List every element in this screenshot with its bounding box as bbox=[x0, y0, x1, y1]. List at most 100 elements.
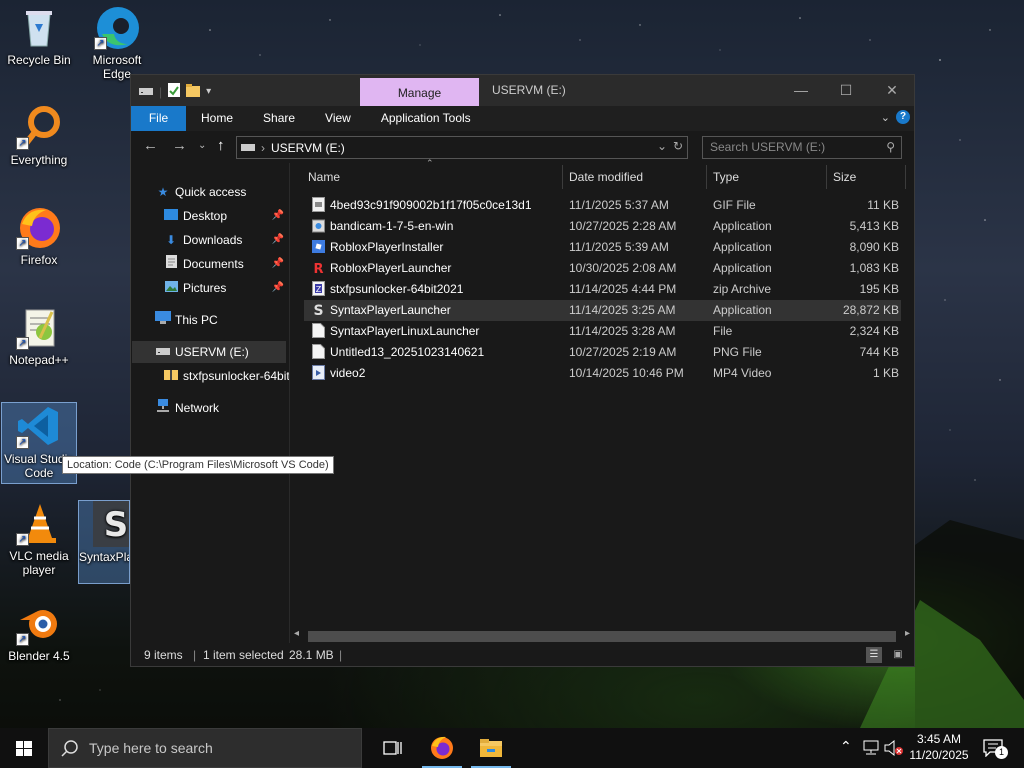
desktop-icon-syntax-launcher[interactable]: S SyntaxPlayerLauncher bbox=[78, 500, 130, 584]
task-view-button[interactable] bbox=[368, 728, 416, 768]
manage-context-tab[interactable]: Manage bbox=[360, 78, 479, 106]
tab-share[interactable]: Share bbox=[248, 106, 310, 131]
file-date: 11/1/2025 5:39 AM bbox=[569, 240, 669, 254]
column-header-type[interactable]: Type bbox=[713, 163, 823, 189]
installer-icon bbox=[312, 218, 325, 233]
file-name-cell[interactable]: Zstxfpsunlocker-64bit2021 bbox=[312, 279, 463, 300]
file-row[interactable]: bandicam-1-7-5-en-win 10/27/2025 2:28 AM A… bbox=[304, 216, 901, 237]
taskbar-search-box[interactable]: Type here to search bbox=[48, 728, 362, 768]
nav-pictures[interactable]: Pictures 📌 bbox=[163, 277, 288, 299]
column-separator[interactable] bbox=[905, 165, 906, 189]
address-dropdown-icon[interactable]: ⌄ bbox=[657, 139, 667, 153]
minimize-button[interactable]: — bbox=[778, 75, 824, 106]
pin-icon[interactable]: 📌 bbox=[272, 253, 284, 275]
desktop-icon-recycle-bin[interactable]: Recycle Bin bbox=[1, 4, 77, 67]
up-arrow-icon[interactable]: ↑ bbox=[217, 137, 225, 154]
breadcrumb-current[interactable]: USERVM (E:) bbox=[271, 141, 345, 155]
column-separator[interactable] bbox=[562, 165, 563, 189]
scroll-left-icon[interactable]: ◂ bbox=[294, 628, 299, 639]
show-hidden-icons-chevron-icon[interactable]: ⌃ bbox=[840, 738, 852, 755]
customize-toolbar-icon[interactable]: ▾ bbox=[206, 86, 211, 97]
taskbar-file-explorer[interactable] bbox=[467, 728, 515, 768]
file-name-cell[interactable]: Untitled13_20251023140621 bbox=[312, 342, 484, 363]
file-row[interactable]: Untitled13_20251023140621 10/27/2025 2:19… bbox=[304, 342, 901, 363]
file-row[interactable]: video2 10/14/2025 10:46 PM MP4 Video 1 KB bbox=[304, 363, 901, 384]
zip-folder-icon bbox=[163, 365, 179, 387]
file-name: RobloxPlayerLauncher bbox=[330, 261, 452, 275]
file-name-cell[interactable]: S SyntaxPlayerLauncher bbox=[312, 300, 450, 321]
column-header-size[interactable]: Size bbox=[833, 163, 903, 189]
new-folder-icon[interactable] bbox=[186, 83, 201, 100]
file-date: 11/14/2025 3:28 AM bbox=[569, 324, 676, 338]
nav-subfolder[interactable]: stxfpsunlocker-64bit2021 bbox=[163, 365, 289, 387]
column-header-name[interactable]: Name bbox=[308, 163, 558, 189]
nav-downloads[interactable]: ⬇ Downloads 📌 bbox=[163, 229, 288, 251]
address-bar[interactable]: › USERVM (E:) ⌄ ↻ bbox=[236, 136, 688, 159]
large-icons-view-icon[interactable]: ▣ bbox=[890, 647, 906, 663]
column-separator[interactable] bbox=[826, 165, 827, 189]
search-box[interactable]: Search USERVM (E:) ⚲ bbox=[702, 136, 902, 159]
file-name-cell[interactable]: SyntaxPlayerLinuxLauncher bbox=[312, 321, 479, 342]
tab-home[interactable]: Home bbox=[186, 106, 248, 131]
status-bar: 9 items | 1 item selected 28.1 MB | ☰ ▣ bbox=[131, 644, 914, 666]
file-name-cell[interactable]: RobloxPlayerInstaller bbox=[312, 237, 443, 258]
column-separator[interactable] bbox=[706, 165, 707, 189]
tab-file[interactable]: File bbox=[131, 106, 186, 131]
maximize-button[interactable]: ☐ bbox=[823, 75, 869, 106]
properties-icon[interactable] bbox=[168, 83, 181, 100]
nav-drive-uservm[interactable]: USERVM (E:) bbox=[132, 341, 286, 363]
refresh-icon[interactable]: ↻ bbox=[673, 139, 683, 153]
pin-icon[interactable]: 📌 bbox=[272, 277, 284, 299]
notification-count-badge: 1 bbox=[995, 746, 1008, 759]
nav-desktop[interactable]: Desktop 📌 bbox=[163, 205, 288, 227]
search-icon[interactable]: ⚲ bbox=[886, 137, 895, 158]
file-row[interactable]: SyntaxPlayerLinuxLauncher 11/14/2025 3:28… bbox=[304, 321, 901, 342]
file-name-cell[interactable]: 4bed93c91f909002b1f17f05c0ce13d1 bbox=[312, 195, 532, 216]
nav-network[interactable]: Network bbox=[155, 397, 285, 419]
drive-icon[interactable] bbox=[139, 85, 153, 99]
title-bar[interactable]: | ▾ Manage USERVM (E:) — ☐ ✕ bbox=[131, 75, 914, 106]
desktop-icon-vlc[interactable]: ↗ VLC media player bbox=[1, 500, 77, 577]
desktop-icon-everything[interactable]: ↗ Everything bbox=[1, 104, 77, 167]
start-button[interactable] bbox=[0, 728, 48, 768]
back-arrow-icon[interactable]: ← bbox=[143, 137, 158, 154]
file-row[interactable]: R RobloxPlayerLauncher 10/30/2025 2:08 AM A… bbox=[304, 258, 901, 279]
nav-this-pc[interactable]: This PC bbox=[155, 309, 285, 331]
scroll-right-icon[interactable]: ▸ bbox=[905, 628, 910, 639]
action-center-button[interactable]: 1 bbox=[980, 728, 1020, 768]
column-header-date[interactable]: Date modified bbox=[569, 163, 704, 189]
file-row[interactable]: RobloxPlayerInstaller 11/1/2025 5:39 AM Ap… bbox=[304, 237, 901, 258]
help-icon[interactable]: ? bbox=[896, 110, 910, 124]
file-size: 5,413 KB bbox=[849, 219, 899, 233]
file-row[interactable]: Zstxfpsunlocker-64bit2021 11/14/2025 4:44… bbox=[304, 279, 901, 300]
scrollbar-thumb[interactable] bbox=[308, 631, 896, 642]
expand-ribbon-icon[interactable]: ⌄ bbox=[881, 111, 890, 124]
file-name-cell[interactable]: bandicam-1-7-5-en-win bbox=[312, 216, 453, 237]
pin-icon[interactable]: 📌 bbox=[272, 205, 284, 227]
desktop-icon-edge[interactable]: ↗ Microsoft Edge bbox=[79, 4, 155, 81]
file-name-cell[interactable]: video2 bbox=[312, 363, 365, 384]
download-arrow-icon: ⬇ bbox=[165, 233, 177, 247]
details-view-icon[interactable]: ☰ bbox=[866, 647, 882, 663]
recent-locations-chevron-icon[interactable]: ⌄ bbox=[198, 140, 206, 151]
tab-application-tools[interactable]: Application Tools bbox=[366, 106, 486, 131]
desktop-icon-firefox[interactable]: ↗ Firefox bbox=[1, 204, 77, 267]
pin-icon[interactable]: 📌 bbox=[272, 229, 284, 251]
ribbon-tabs: File Home Share View Application Tools ⌄… bbox=[131, 106, 914, 131]
nav-quick-access[interactable]: ★ Quick access bbox=[155, 181, 285, 203]
desktop-icon-notepadpp[interactable]: ↗ Notepad++ bbox=[1, 304, 77, 367]
nav-documents[interactable]: Documents 📌 bbox=[163, 253, 288, 275]
network-icon[interactable] bbox=[862, 740, 880, 756]
forward-arrow-icon[interactable]: → bbox=[172, 137, 187, 154]
taskbar-firefox[interactable] bbox=[418, 728, 466, 768]
file-explorer-window[interactable]: | ▾ Manage USERVM (E:) — ☐ ✕ File Home S… bbox=[130, 74, 915, 667]
close-button[interactable]: ✕ bbox=[869, 75, 915, 106]
file-row[interactable]: 4bed93c91f909002b1f17f05c0ce13d1 11/1/202… bbox=[304, 195, 901, 216]
volume-muted-icon[interactable] bbox=[884, 740, 904, 756]
file-name-cell[interactable]: R RobloxPlayerLauncher bbox=[312, 258, 451, 279]
taskbar-clock[interactable]: 3:45 AM 11/20/2025 bbox=[905, 731, 973, 763]
file-row[interactable]: S SyntaxPlayerLauncher 11/14/2025 3:25 AM A… bbox=[304, 300, 901, 321]
horizontal-scrollbar[interactable]: ◂ ▸ bbox=[290, 628, 914, 644]
desktop-icon-blender[interactable]: ↗ Blender 4.5 bbox=[1, 600, 77, 663]
tab-view[interactable]: View bbox=[310, 106, 366, 131]
